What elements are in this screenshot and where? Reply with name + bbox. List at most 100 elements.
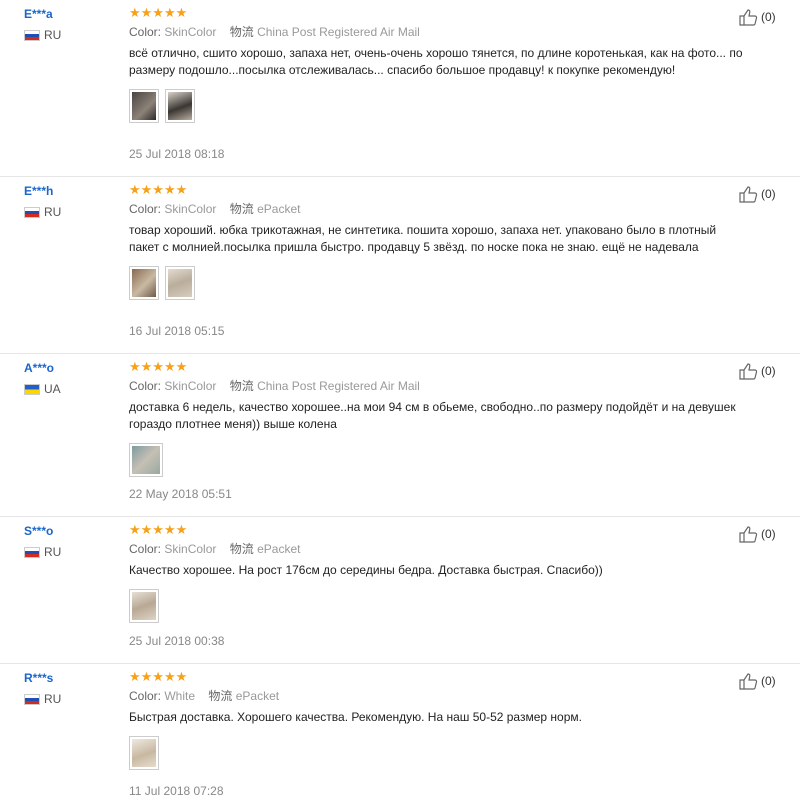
color-label: Color: <box>129 542 162 556</box>
review-photo-thumbnail[interactable] <box>165 89 195 123</box>
helpful-count: (0) <box>761 674 776 688</box>
color-label: Color: <box>129 379 162 393</box>
shipping-label: 物流 <box>208 689 233 703</box>
reviewer-info: E***a RU <box>24 6 114 42</box>
country-code: UA <box>44 382 61 396</box>
review-text: всё отлично, сшито хорошо, запаха нет, о… <box>129 46 743 77</box>
reviewer-country: UA <box>24 382 114 396</box>
review-body: ★★★★★ Color: SkinColor 物流 ePacket товар … <box>129 183 729 300</box>
flag-ua-icon <box>24 383 40 395</box>
color-value: SkinColor <box>164 379 217 393</box>
thumbs-up-icon <box>739 673 758 690</box>
reviewer-country: RU <box>24 692 114 706</box>
review-item: S***o RU ★★★★★ Color: SkinColor 物流 ePack… <box>0 517 800 664</box>
review-photo-thumbnail[interactable] <box>129 443 163 477</box>
thumbs-up-icon <box>739 526 758 543</box>
country-code: RU <box>44 692 62 706</box>
review-photo-thumbnail[interactable] <box>129 89 159 123</box>
review-text: доставка 6 недель, качество хорошее..на … <box>129 400 736 431</box>
review-photos <box>129 736 729 770</box>
flag-ru-icon <box>24 546 40 558</box>
star-rating: ★★★★★ <box>129 5 188 20</box>
reviewer-name: S***o <box>24 524 54 538</box>
reviewer-info: S***o RU <box>24 523 114 559</box>
flag-ru-icon <box>24 206 40 218</box>
review-date: 25 Jul 2018 08:18 <box>129 147 225 161</box>
color-value: SkinColor <box>164 542 217 556</box>
reviewer-country: RU <box>24 28 114 42</box>
star-rating: ★★★★★ <box>129 522 188 537</box>
helpful-button[interactable]: (0) <box>738 362 776 380</box>
reviewer-country: RU <box>24 545 114 559</box>
country-code: RU <box>44 545 62 559</box>
reviewer-name: A***o <box>24 361 55 375</box>
color-label: Color: <box>129 202 162 216</box>
shipping-value: ePacket <box>235 689 280 703</box>
reviewer-info: R***s RU <box>24 670 114 706</box>
shipping-value: ePacket <box>257 542 301 556</box>
shipping-label: 物流 <box>229 25 254 39</box>
country-code: RU <box>44 28 62 42</box>
review-date: 25 Jul 2018 00:38 <box>129 634 225 648</box>
helpful-button[interactable]: (0) <box>738 672 776 690</box>
thumbs-up-icon <box>739 9 758 26</box>
review-text: товар хороший. юбка трикотажная, не синт… <box>129 223 717 254</box>
color-label: Color: <box>129 25 162 39</box>
review-photo-thumbnail[interactable] <box>129 589 159 623</box>
helpful-count: (0) <box>761 10 776 24</box>
review-body: ★★★★★ Color: White 物流 ePacket Быстрая до… <box>129 670 729 770</box>
star-rating: ★★★★★ <box>129 359 188 374</box>
reviewer-name: E***h <box>24 184 54 198</box>
flag-ru-icon <box>24 693 40 705</box>
star-rating: ★★★★★ <box>129 182 188 197</box>
reviewer-name: R***s <box>24 671 54 685</box>
helpful-count: (0) <box>761 187 776 201</box>
review-body: ★★★★★ Color: SkinColor 物流 ePacket Качест… <box>129 523 729 623</box>
reviewer-country: RU <box>24 205 114 219</box>
helpful-button[interactable]: (0) <box>738 525 776 543</box>
shipping-label: 物流 <box>229 202 254 216</box>
helpful-count: (0) <box>761 527 776 541</box>
review-photo-thumbnail[interactable] <box>129 736 159 770</box>
review-body: ★★★★★ Color: SkinColor 物流 China Post Reg… <box>129 5 743 123</box>
shipping-label: 物流 <box>229 542 254 556</box>
reviewer-info: A***o UA <box>24 360 114 396</box>
review-meta: Color: White 物流 ePacket <box>129 688 729 704</box>
reviewer-name: E***a <box>24 7 53 21</box>
review-item: A***o UA ★★★★★ Color: SkinColor 物流 China… <box>0 354 800 517</box>
review-text: Быстрая доставка. Хорошего качества. Рек… <box>129 710 582 724</box>
color-label: Color: <box>129 689 162 703</box>
review-meta: Color: SkinColor 物流 China Post Registere… <box>129 378 729 394</box>
color-value: SkinColor <box>164 202 217 216</box>
review-item: E***h RU ★★★★★ Color: SkinColor 物流 ePack… <box>0 177 800 354</box>
review-date: 22 May 2018 05:51 <box>129 487 232 501</box>
review-photos <box>129 89 729 123</box>
review-date: 11 Jul 2018 07:28 <box>129 784 224 798</box>
review-photos <box>129 443 729 477</box>
review-photo-thumbnail[interactable] <box>129 266 159 300</box>
country-code: RU <box>44 205 62 219</box>
review-meta: Color: SkinColor 物流 ePacket <box>129 541 729 557</box>
review-photos <box>129 589 729 623</box>
review-photos <box>129 266 729 300</box>
review-meta: Color: SkinColor 物流 ePacket <box>129 201 729 217</box>
shipping-value: China Post Registered Air Mail <box>257 25 420 39</box>
helpful-count: (0) <box>761 364 776 378</box>
thumbs-up-icon <box>739 363 758 380</box>
shipping-value: China Post Registered Air Mail <box>257 379 420 393</box>
shipping-value: ePacket <box>257 202 301 216</box>
helpful-button[interactable]: (0) <box>738 8 776 26</box>
review-body: ★★★★★ Color: SkinColor 物流 China Post Reg… <box>129 359 736 477</box>
shipping-label: 物流 <box>229 379 254 393</box>
thumbs-up-icon <box>739 186 758 203</box>
color-value: SkinColor <box>164 25 217 39</box>
reviewer-info: E***h RU <box>24 183 114 219</box>
review-date: 16 Jul 2018 05:15 <box>129 324 225 338</box>
helpful-button[interactable]: (0) <box>738 185 776 203</box>
review-text: Качество хорошее. На рост 176см до серед… <box>129 563 603 577</box>
star-rating: ★★★★★ <box>129 669 188 684</box>
review-item: R***s RU ★★★★★ Color: White 物流 ePacket Б… <box>0 664 800 808</box>
review-item: E***a RU ★★★★★ Color: SkinColor 物流 China… <box>0 0 800 177</box>
review-photo-thumbnail[interactable] <box>165 266 195 300</box>
review-meta: Color: SkinColor 物流 China Post Registere… <box>129 24 729 40</box>
